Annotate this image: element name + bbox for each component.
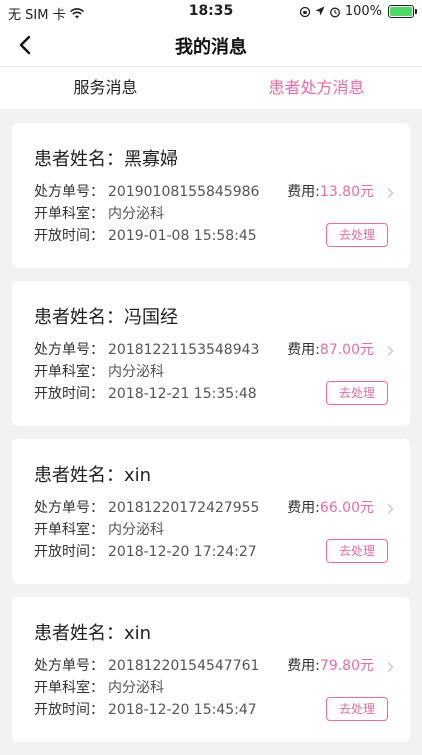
fee-label: 费用: <box>287 184 320 200</box>
prescription-info: 处方单号： 20181220154547761 开单科室： 内分泌科 开放时间： 20… <box>34 655 259 721</box>
location-icon <box>315 6 325 16</box>
process-button[interactable]: 去处理 <box>326 223 388 247</box>
department-row: 开单科室： 内分泌科 <box>34 203 259 225</box>
patient-name-value: 冯国经 <box>124 307 178 328</box>
process-button[interactable]: 去处理 <box>326 381 388 405</box>
time-value: 2018-12-21 15:35:48 <box>108 386 257 402</box>
department-value: 内分泌科 <box>108 206 164 222</box>
department-row: 开单科室： 内分泌科 <box>34 519 259 541</box>
order-no-value: 20181220172427955 <box>108 500 260 516</box>
tab-patient-prescriptions[interactable]: 患者处方消息 <box>211 67 422 109</box>
time-label: 开放时间： <box>34 544 104 560</box>
department-row: 开单科室： 内分泌科 <box>34 677 259 699</box>
order-no-label: 处方单号： <box>34 184 104 200</box>
patient-name-line: 患者姓名：xin <box>34 619 151 645</box>
process-button[interactable]: 去处理 <box>326 539 388 563</box>
time-label: 开放时间： <box>34 228 104 244</box>
patient-name-label: 患者姓名： <box>34 465 124 486</box>
battery-fill <box>390 7 412 16</box>
prescription-info: 处方单号： 20181220172427955 开单科室： 内分泌科 开放时间： 20… <box>34 497 259 563</box>
order-no-row: 处方单号： 20190108155845986 <box>34 181 259 203</box>
battery-icon <box>388 5 417 18</box>
chevron-right-icon <box>387 504 394 514</box>
order-no-value: 20181220154547761 <box>108 658 260 674</box>
time-label: 开放时间： <box>34 702 104 718</box>
fee-amount: 66.00元 <box>319 500 374 516</box>
department-row: 开单科室： 内分泌科 <box>34 361 259 383</box>
patient-name-value: xin <box>124 623 152 644</box>
time-label: 开放时间： <box>34 386 104 402</box>
fee: 费用:13.80元 <box>287 181 374 203</box>
fee-amount: 13.80元 <box>319 184 374 200</box>
prescription-info: 处方单号： 20181221153548943 开单科室： 内分泌科 开放时间： 20… <box>34 339 259 405</box>
patient-name-label: 患者姓名： <box>34 307 124 328</box>
time-value: 2018-12-20 17:24:27 <box>108 544 257 560</box>
patient-name-line: 患者姓名：xin <box>34 461 151 487</box>
department-value: 内分泌科 <box>108 522 164 538</box>
order-no-label: 处方单号： <box>34 658 104 674</box>
department-label: 开单科室： <box>34 680 104 696</box>
patient-name-value: xin <box>124 465 152 486</box>
department-label: 开单科室： <box>34 364 104 380</box>
time-row: 开放时间： 2018-12-21 15:35:48 <box>34 383 259 405</box>
order-no-row: 处方单号： 20181220154547761 <box>34 655 259 677</box>
time-value: 2019-01-08 15:58:45 <box>108 228 257 244</box>
fee-label: 费用: <box>287 658 320 674</box>
order-no-row: 处方单号： 20181220172427955 <box>34 497 259 519</box>
order-no-label: 处方单号： <box>34 500 104 516</box>
nav-bar: 我的消息 <box>0 24 422 67</box>
department-value: 内分泌科 <box>108 364 164 380</box>
fee-label: 费用: <box>287 500 320 516</box>
battery-percent: 100% <box>344 4 382 19</box>
patient-name-line: 患者姓名：冯国经 <box>34 303 178 329</box>
fee: 费用:79.80元 <box>287 655 374 677</box>
prescription-card[interactable]: 患者姓名：黑寡婦 处方单号： 20190108155845986 开单科室： 内分泌… <box>12 123 410 268</box>
fee-amount: 87.00元 <box>319 342 374 358</box>
time-row: 开放时间： 2018-12-20 17:24:27 <box>34 541 259 563</box>
patient-name-label: 患者姓名： <box>34 149 124 170</box>
department-value: 内分泌科 <box>108 680 164 696</box>
time-row: 开放时间： 2018-12-20 15:45:47 <box>34 699 259 721</box>
time-value: 2018-12-20 15:45:47 <box>108 702 257 718</box>
department-label: 开单科室： <box>34 206 104 222</box>
orientation-lock-icon <box>299 6 310 17</box>
chevron-right-icon <box>387 346 394 356</box>
process-button[interactable]: 去处理 <box>326 697 388 721</box>
alarm-icon <box>329 7 340 17</box>
tab-bar: 服务消息 患者处方消息 <box>0 67 422 109</box>
patient-name-value: 黑寡婦 <box>124 149 178 170</box>
order-no-value: 20181221153548943 <box>108 342 260 358</box>
prescription-card[interactable]: 患者姓名：冯国经 处方单号： 20181221153548943 开单科室： 内分泌… <box>12 281 410 426</box>
page-title: 我的消息 <box>175 37 247 58</box>
fee-label: 费用: <box>287 342 320 358</box>
prescription-list: 患者姓名：黑寡婦 处方单号： 20190108155845986 开单科室： 内分泌… <box>12 123 410 755</box>
patient-name-line: 患者姓名：黑寡婦 <box>34 145 178 171</box>
department-label: 开单科室： <box>34 522 104 538</box>
order-no-label: 处方单号： <box>34 342 104 358</box>
chevron-right-icon <box>387 662 394 672</box>
time-row: 开放时间： 2019-01-08 15:58:45 <box>34 225 259 247</box>
status-right: 100% <box>299 4 417 19</box>
patient-name-label: 患者姓名： <box>34 623 124 644</box>
prescription-info: 处方单号： 20190108155845986 开单科室： 内分泌科 开放时间： 20… <box>34 181 259 247</box>
order-no-value: 20190108155845986 <box>108 184 260 200</box>
tab-service-messages[interactable]: 服务消息 <box>0 67 211 109</box>
fee: 费用:87.00元 <box>287 339 374 361</box>
status-bar: 无 SIM 卡 18:35 100% <box>0 0 422 24</box>
order-no-row: 处方单号： 20181221153548943 <box>34 339 259 361</box>
fee: 费用:66.00元 <box>287 497 374 519</box>
prescription-card[interactable]: 患者姓名：xin 处方单号： 20181220154547761 开单科室： 内分泌… <box>12 597 410 742</box>
fee-amount: 79.80元 <box>319 658 374 674</box>
chevron-right-icon <box>387 188 394 198</box>
prescription-card[interactable]: 患者姓名：xin 处方单号： 20181220172427955 开单科室： 内分泌… <box>12 439 410 584</box>
